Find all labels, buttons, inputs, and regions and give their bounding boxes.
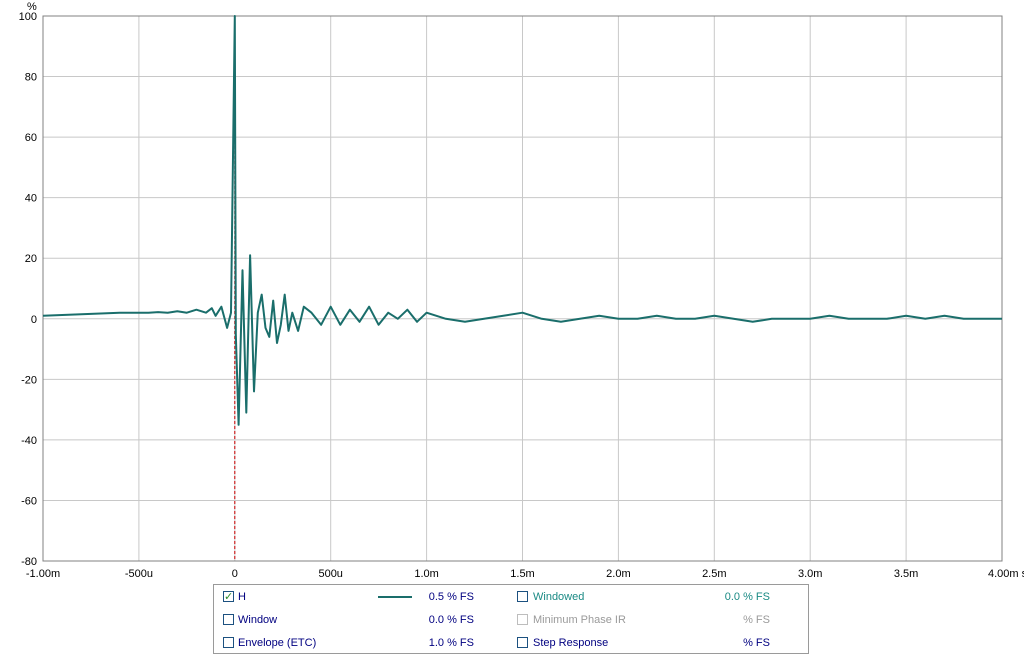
legend-row: Envelope (ETC) 1.0 % FS Step Response % … xyxy=(214,634,808,652)
x-tick-label: 3.0m xyxy=(798,568,822,580)
windowed-label: Windowed xyxy=(533,591,585,603)
windowed-value: 0.0 % FS xyxy=(724,591,770,603)
y-tick-label: -20 xyxy=(21,374,37,386)
h-line-swatch xyxy=(378,596,412,598)
y-tick-label: -80 xyxy=(21,556,37,568)
x-tick-label: 1.5m xyxy=(510,568,534,580)
y-tick-label: 60 xyxy=(25,132,37,144)
minimum-phase-ir-label: Minimum Phase IR xyxy=(533,614,626,626)
x-tick-label: 500u xyxy=(318,568,342,580)
legend-panel: H 0.5 % FS Windowed 0.0 % FS Window 0.0 … xyxy=(213,584,809,654)
x-tick-label: 4.00m s xyxy=(988,568,1024,580)
step-response-value: % FS xyxy=(743,637,770,649)
y-tick-label: 20 xyxy=(25,253,37,265)
window-value: 0.0 % FS xyxy=(428,614,474,626)
y-tick-label: 40 xyxy=(25,193,37,205)
minimum-phase-ir-checkbox[interactable] xyxy=(517,614,528,625)
h-checkbox[interactable] xyxy=(223,588,234,606)
y-tick-label: 0 xyxy=(31,314,37,326)
y-axis-label: % xyxy=(27,1,37,13)
legend-row: Window 0.0 % FS Minimum Phase IR % FS xyxy=(214,611,808,629)
envelope-etc-value: 1.0 % FS xyxy=(428,637,474,649)
window-checkbox[interactable] xyxy=(223,614,234,625)
x-tick-label: -500u xyxy=(125,568,153,580)
window-label: Window xyxy=(238,614,278,626)
impulse-response-chart: -1.00m -500u 0 500u 1.0m 1.5m 2.0m 2.5m 3.0m 3.5m… xyxy=(19,1,1024,580)
step-response-checkbox[interactable] xyxy=(517,637,528,648)
grid xyxy=(42,15,1003,562)
y-tick-label: -60 xyxy=(21,495,37,507)
envelope-etc-label: Envelope (ETC) xyxy=(238,637,317,649)
h-label: H xyxy=(238,591,246,603)
x-tick-label: 3.5m xyxy=(894,568,918,580)
y-tick-label: -40 xyxy=(21,435,37,447)
envelope-etc-checkbox[interactable] xyxy=(223,637,234,648)
x-tick-label: 2.5m xyxy=(702,568,726,580)
x-tick-label: -1.00m xyxy=(26,568,60,580)
axis-tick-labels: -1.00m -500u 0 500u 1.0m 1.5m 2.0m 2.5m 3.0m 3.5m… xyxy=(19,11,1024,580)
windowed-checkbox[interactable] xyxy=(517,591,528,602)
legend-row: H 0.5 % FS Windowed 0.0 % FS xyxy=(214,588,808,606)
h-value: 0.5 % FS xyxy=(428,591,474,603)
x-tick-label: 1.0m xyxy=(414,568,438,580)
x-tick-label: 0 xyxy=(232,568,238,580)
x-tick-label: 2.0m xyxy=(606,568,630,580)
y-tick-label: 80 xyxy=(25,72,37,84)
step-response-label: Step Response xyxy=(533,637,609,649)
minimum-phase-ir-value: % FS xyxy=(743,614,770,626)
